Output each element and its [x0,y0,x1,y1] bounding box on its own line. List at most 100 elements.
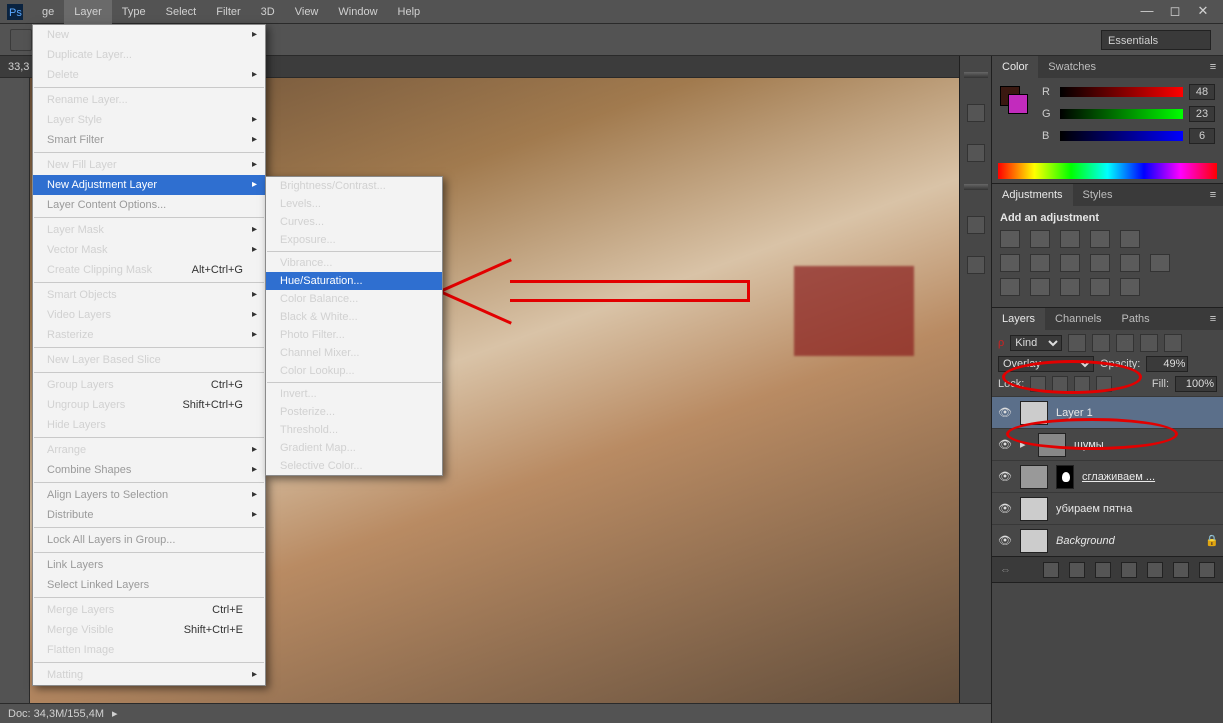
submenu-vibrance[interactable]: Vibrance... [266,254,442,272]
submenu-photo-filter[interactable]: Photo Filter... [266,326,442,344]
submenu-channel-mixer[interactable]: Channel Mixer... [266,344,442,362]
menu-vector-mask[interactable]: Vector Mask [33,240,265,260]
adj-levels-icon[interactable] [1030,230,1050,248]
submenu-selective-color[interactable]: Selective Color... [266,457,442,475]
opacity-input[interactable] [1146,356,1188,372]
adj-invert-icon[interactable] [1000,278,1020,296]
tab-swatches[interactable]: Swatches [1038,56,1106,78]
b-value[interactable]: 6 [1189,128,1215,144]
paragraph-icon[interactable] [967,256,985,274]
layer-name[interactable]: Layer 1 [1056,407,1217,419]
filter-type-icon[interactable] [1116,334,1134,352]
layer-name[interactable]: убираем пятна [1056,503,1217,515]
submenu-gradient-map[interactable]: Gradient Map... [266,439,442,457]
close-button[interactable]: ✕ [1189,2,1217,20]
submenu-black-white[interactable]: Black & White... [266,308,442,326]
history-icon[interactable] [967,104,985,122]
visibility-icon[interactable]: 👁 [998,438,1012,451]
menu-rename-layer[interactable]: Rename Layer... [33,90,265,110]
submenu-threshold[interactable]: Threshold... [266,421,442,439]
adj-brightness-icon[interactable] [1000,230,1020,248]
tab-channels[interactable]: Channels [1045,308,1111,330]
menu-filter[interactable]: Filter [206,0,250,24]
layer-row[interactable]: 👁 сглаживаем ... [992,460,1223,492]
submenu-curves[interactable]: Curves... [266,213,442,231]
actions-icon[interactable] [967,144,985,162]
menu-layer-style[interactable]: Layer Style [33,110,265,130]
layer-name[interactable]: сглаживаем ... [1082,471,1217,483]
new-layer-icon[interactable] [1173,562,1189,578]
delete-layer-icon[interactable] [1199,562,1215,578]
submenu-invert[interactable]: Invert... [266,385,442,403]
layer-name[interactable]: Background [1056,535,1197,547]
adj-threshold-icon[interactable] [1060,278,1080,296]
menu-new-layer-based-slice[interactable]: New Layer Based Slice [33,350,265,370]
layer-thumbnail[interactable] [1020,465,1048,489]
adj-channelmixer-icon[interactable] [1120,254,1140,272]
workspace-dropdown[interactable]: Essentials [1101,30,1211,50]
blend-mode-select[interactable]: Overlay [998,356,1094,372]
menu-layer-mask[interactable]: Layer Mask [33,220,265,240]
submenu-levels[interactable]: Levels... [266,195,442,213]
adj-selectivecolor-icon[interactable] [1120,278,1140,296]
menu-video-layers[interactable]: Video Layers [33,305,265,325]
color-spectrum[interactable] [998,163,1217,179]
layer-row[interactable]: 👁 убираем пятна [992,492,1223,524]
filter-pixel-icon[interactable] [1068,334,1086,352]
adj-colorlookup-icon[interactable] [1150,254,1170,272]
adj-posterize-icon[interactable] [1030,278,1050,296]
menu-new-adjustment-layer[interactable]: New Adjustment Layer [33,175,265,195]
filter-smart-icon[interactable] [1164,334,1182,352]
menu-image[interactable]: ge [32,0,64,24]
tab-color[interactable]: Color [992,56,1038,78]
panel-menu-icon[interactable]: ≡ [1203,184,1223,206]
minimize-button[interactable]: — [1133,2,1161,20]
menu-merge-layers[interactable]: Merge LayersCtrl+E [33,600,265,620]
adj-exposure-icon[interactable] [1090,230,1110,248]
menu-merge-visible[interactable]: Merge VisibleShift+Ctrl+E [33,620,265,640]
menu-type[interactable]: Type [112,0,156,24]
tab-adjustments[interactable]: Adjustments [992,184,1073,206]
visibility-icon[interactable]: 👁 [998,502,1012,515]
menu-3d[interactable]: 3D [251,0,285,24]
submenu-hue-saturation[interactable]: Hue/Saturation... [266,272,442,290]
menu-hide-layers[interactable]: Hide Layers [33,415,265,435]
lock-all-icon[interactable] [1096,376,1112,392]
tab-layers[interactable]: Layers [992,308,1045,330]
link-layers-icon[interactable] [1043,562,1059,578]
menu-help[interactable]: Help [388,0,431,24]
submenu-brightness-contrast[interactable]: Brightness/Contrast... [266,177,442,195]
r-slider[interactable] [1060,87,1183,97]
lock-position-icon[interactable] [1074,376,1090,392]
tool-preset-icon[interactable] [10,29,32,51]
fg-bg-swatches[interactable] [1000,86,1030,116]
adj-bw-icon[interactable] [1060,254,1080,272]
submenu-color-balance[interactable]: Color Balance... [266,290,442,308]
layer-mask-thumbnail[interactable] [1056,465,1074,489]
g-value[interactable]: 23 [1189,106,1215,122]
menu-smart-objects[interactable]: Smart Objects [33,285,265,305]
tab-styles[interactable]: Styles [1073,184,1123,206]
new-group-icon[interactable] [1147,562,1163,578]
layer-name[interactable]: шумы [1074,439,1217,451]
menu-flatten-image[interactable]: Flatten Image [33,640,265,660]
menu-create-clipping-mask[interactable]: Create Clipping MaskAlt+Ctrl+G [33,260,265,280]
panel-menu-icon[interactable]: ≡ [1203,56,1223,78]
panel-menu-icon[interactable]: ≡ [1203,308,1223,330]
layer-thumbnail[interactable] [1020,401,1048,425]
visibility-icon[interactable]: 👁 [998,470,1012,483]
character-icon[interactable] [967,216,985,234]
submenu-posterize[interactable]: Posterize... [266,403,442,421]
menu-matting[interactable]: Matting [33,665,265,685]
menu-rasterize[interactable]: Rasterize [33,325,265,345]
layer-thumbnail[interactable] [1020,529,1048,553]
lock-pixels-icon[interactable] [1052,376,1068,392]
b-slider[interactable] [1060,131,1183,141]
adj-colorbalance-icon[interactable] [1030,254,1050,272]
submenu-color-lookup[interactable]: Color Lookup... [266,362,442,380]
filter-shape-icon[interactable] [1140,334,1158,352]
layer-mask-icon[interactable] [1095,562,1111,578]
dock-grip[interactable] [964,184,988,190]
submenu-exposure[interactable]: Exposure... [266,231,442,249]
r-value[interactable]: 48 [1189,84,1215,100]
